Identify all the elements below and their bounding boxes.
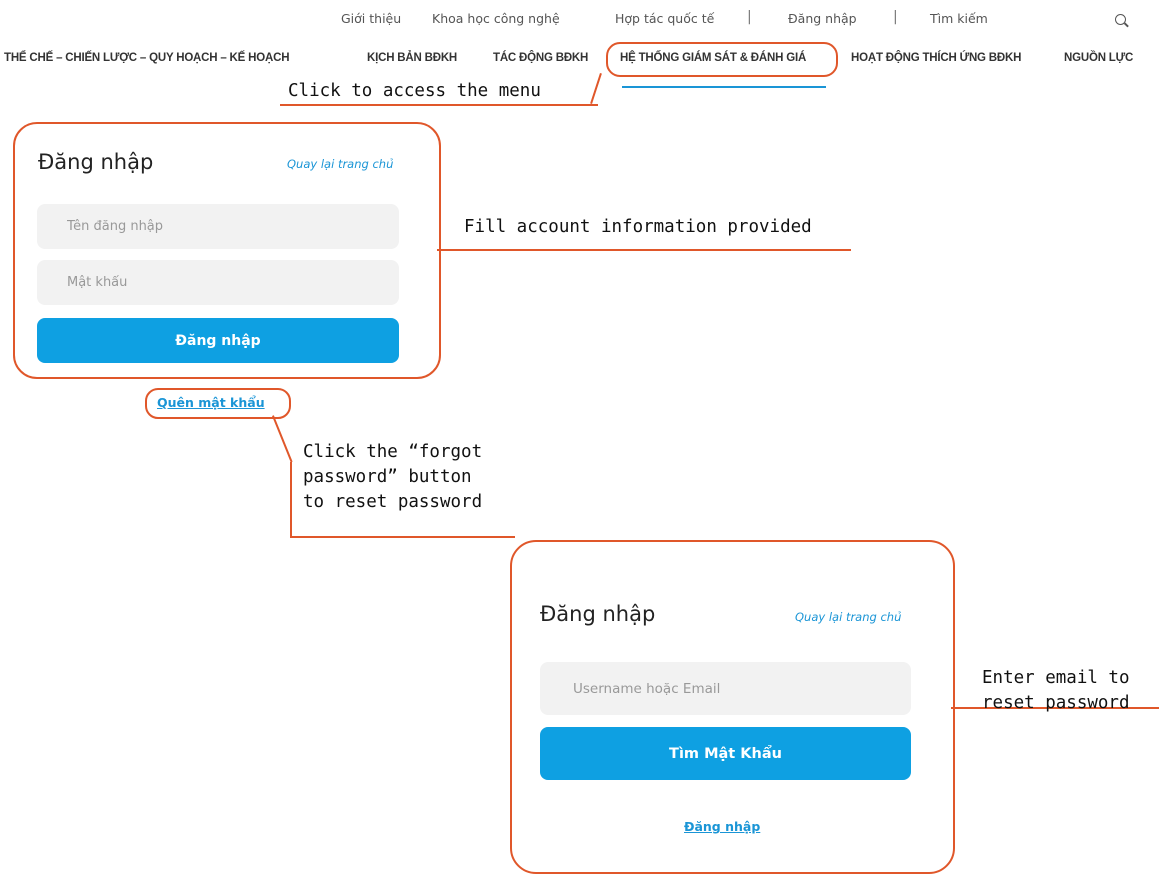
reset-back-home-link[interactable]: Quay lại trang chủ [795, 610, 901, 624]
fill-callout-text: Fill account information provided [464, 217, 812, 237]
main-nav-item-scenario[interactable]: KỊCH BẢN BĐKH [367, 52, 457, 64]
top-nav-science[interactable]: Khoa học công nghệ [432, 11, 560, 26]
reset-card-title: Đăng nhập [540, 602, 656, 626]
forgot-callout-line [272, 415, 293, 463]
back-to-login-link[interactable]: Đăng nhập [684, 819, 760, 834]
menu-callout-text: Click to access the menu [288, 81, 541, 101]
main-nav-item-impact[interactable]: TÁC ĐỘNG BĐKH [493, 52, 588, 64]
top-nav-separator: | [893, 9, 898, 25]
forgot-callout-text: Click the “forgot password” button to re… [303, 442, 483, 512]
top-nav-search[interactable]: Tìm kiếm [930, 11, 988, 26]
forgot-password-link[interactable]: Quên mật khẩu [157, 395, 265, 410]
menu-callout-underline [280, 104, 598, 106]
menu-highlight-box [606, 42, 838, 77]
email-input[interactable] [540, 662, 911, 715]
password-input[interactable] [37, 260, 399, 305]
login-button[interactable]: Đăng nhập [37, 318, 399, 363]
forgot-callout-underline [290, 536, 515, 538]
username-input[interactable] [37, 204, 399, 249]
login-card-title: Đăng nhập [38, 150, 154, 174]
active-tab-underline [622, 86, 826, 88]
top-nav-about[interactable]: Giới thiệu [341, 11, 401, 26]
main-nav-item-resources[interactable]: NGUỒN LỰC [1064, 52, 1133, 64]
top-nav-login[interactable]: Đăng nhập [788, 11, 857, 26]
top-nav-separator: | [747, 9, 752, 25]
search-icon[interactable] [1115, 14, 1126, 25]
menu-callout-line [590, 73, 602, 105]
forgot-callout-vertical [290, 462, 292, 537]
main-nav-item-policy[interactable]: THỂ CHẾ – CHIẾN LƯỢC – QUY HOẠCH – KẾ HO… [4, 52, 289, 64]
top-nav-cooperation[interactable]: Hợp tác quốc tế [615, 11, 714, 26]
find-password-button[interactable]: Tìm Mật Khẩu [540, 727, 911, 780]
fill-callout-underline [437, 249, 851, 251]
email-callout-text: Enter email to reset password [982, 668, 1130, 713]
main-nav-item-adaptation[interactable]: HOẠT ĐỘNG THÍCH ỨNG BĐKH [851, 52, 1021, 64]
login-back-home-link[interactable]: Quay lại trang chủ [287, 157, 393, 171]
